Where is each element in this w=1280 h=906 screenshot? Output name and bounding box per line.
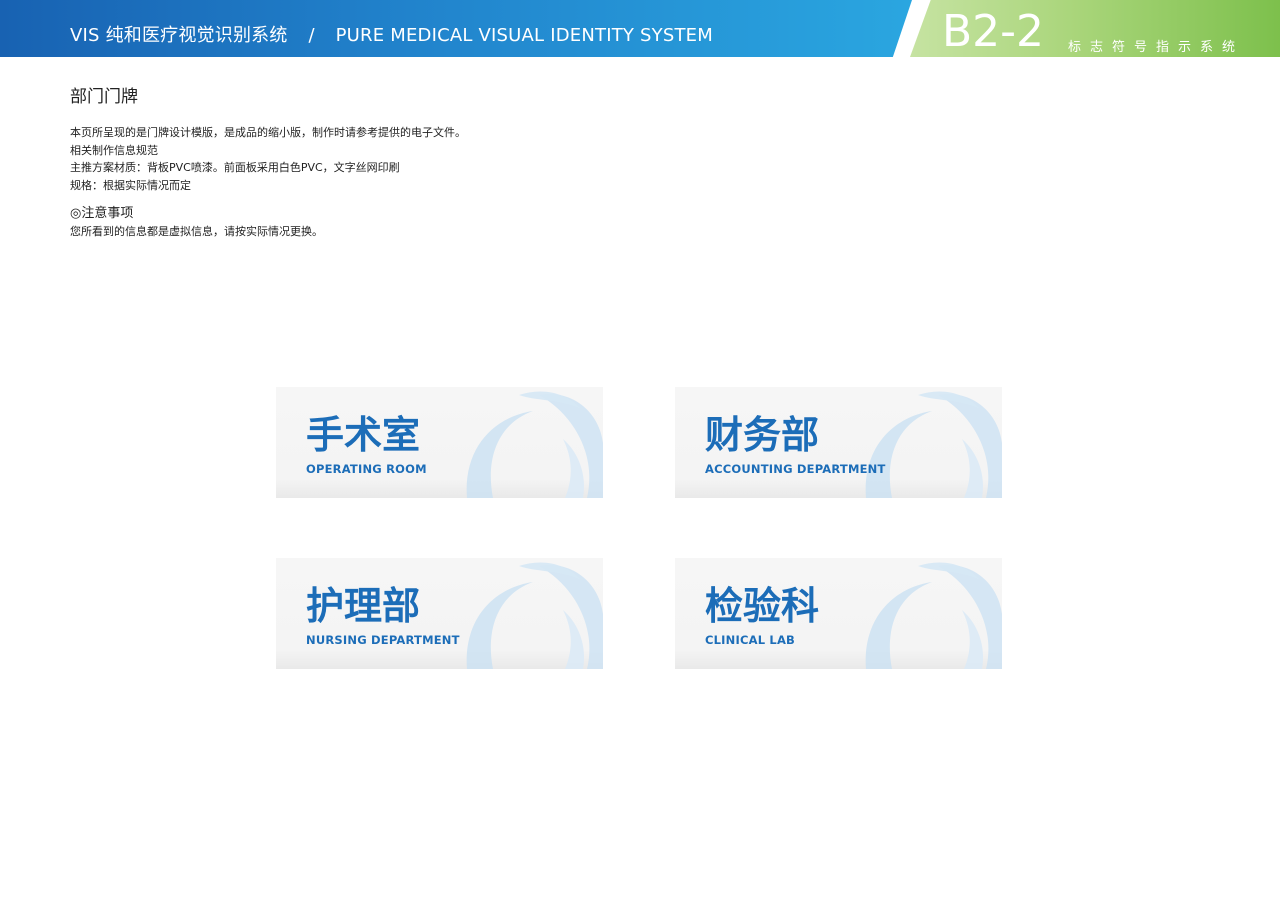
sign-title-en: OPERATING ROOM	[306, 462, 427, 476]
logo-swirl-icon	[466, 391, 603, 498]
logo-swirl-icon	[466, 562, 603, 669]
description-line: 相关制作信息规范	[70, 143, 158, 157]
page-subtitle: 标志符号指示系统	[1068, 40, 1245, 55]
header-title-cn: VIS 纯和医疗视觉识别系统	[70, 25, 288, 46]
door-sign-nursing: 护理部 NURSING DEPARTMENT	[276, 558, 603, 669]
header-separator: /	[308, 25, 315, 46]
sign-title-cn: 财务部	[705, 413, 820, 457]
sign-title-cn: 手术室	[306, 413, 421, 457]
description-block: 本页所呈现的是门牌设计模版，是成品的缩小版，制作时请参考提供的电子文件。 相关制…	[70, 124, 466, 194]
logo-swirl-icon	[865, 391, 1002, 498]
page-code: B2-2	[942, 6, 1045, 57]
note-text: 您所看到的信息都是虚拟信息，请按实际情况更换。	[70, 225, 323, 238]
door-sign-clinical-lab: 检验科 CLINICAL LAB	[675, 558, 1002, 669]
sign-title-cn: 检验科	[705, 584, 820, 628]
header-banner: VIS 纯和医疗视觉识别系统 / PURE MEDICAL VISUAL IDENT…	[0, 0, 1280, 57]
description-line: 本页所呈现的是门牌设计模版，是成品的缩小版，制作时请参考提供的电子文件。	[70, 126, 466, 139]
section-title: 部门门牌	[70, 87, 138, 107]
door-sign-operating-room: 手术室 OPERATING ROOM	[276, 387, 603, 498]
description-line: 规格：根据实际情况而定	[70, 178, 191, 192]
sign-title-en: ACCOUNTING DEPARTMENT	[705, 462, 886, 476]
sign-title-cn: 护理部	[306, 584, 421, 628]
sign-title-en: CLINICAL LAB	[705, 633, 796, 647]
sign-title-en: NURSING DEPARTMENT	[306, 633, 460, 647]
logo-swirl-icon	[865, 562, 1002, 669]
description-line: 主推方案材质：背板PVC喷漆。前面板采用白色PVC，文字丝网印刷	[70, 161, 400, 174]
header-title: VIS 纯和医疗视觉识别系统 / PURE MEDICAL VISUAL IDENT…	[70, 23, 713, 49]
header-title-en: PURE MEDICAL VISUAL IDENTITY SYSTEM	[335, 25, 713, 46]
note-title: ◎注意事项	[70, 206, 134, 221]
door-sign-accounting: 财务部 ACCOUNTING DEPARTMENT	[675, 387, 1002, 498]
